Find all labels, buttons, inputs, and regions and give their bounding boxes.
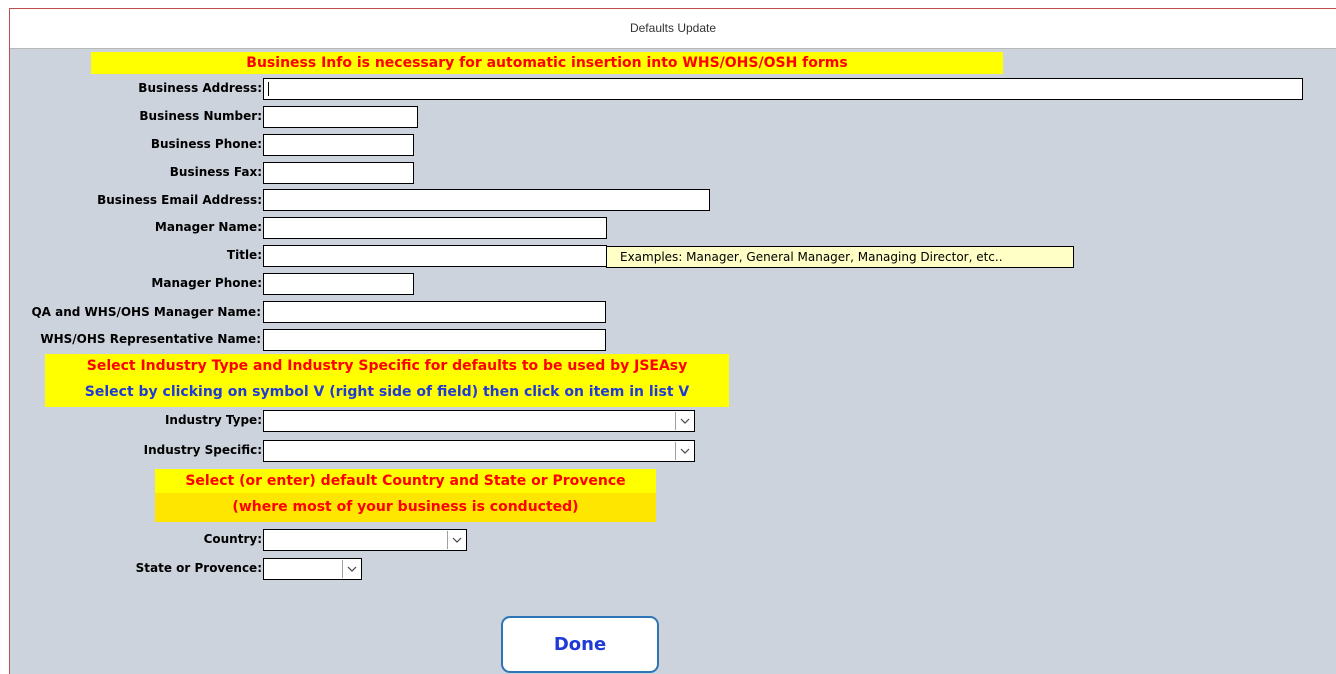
industry-banner-line2: Select by clicking on symbol V (right si…: [45, 378, 729, 407]
industry-specific-dropdown[interactable]: [263, 440, 695, 462]
title-examples-tooltip: Examples: Manager, General Manager, Mana…: [606, 246, 1074, 268]
industry-type-dropdown[interactable]: [263, 410, 695, 432]
business-address-label: Business Address:: [138, 81, 262, 95]
chevron-down-icon: [452, 537, 461, 543]
industry-banner-line1: Select Industry Type and Industry Specif…: [45, 354, 729, 378]
manager-name-input[interactable]: [263, 217, 607, 239]
business-number-label: Business Number:: [139, 109, 262, 123]
business-number-input[interactable]: [263, 106, 418, 128]
whs-rep-name-input[interactable]: [263, 329, 606, 351]
manager-phone-label: Manager Phone:: [151, 276, 262, 290]
manager-phone-input[interactable]: [263, 273, 414, 295]
title-label: Title:: [226, 248, 262, 262]
business-email-input[interactable]: [263, 189, 710, 211]
defaults-update-window: Defaults Update Business Info is necessa…: [9, 8, 1336, 674]
business-fax-input[interactable]: [263, 162, 414, 184]
chevron-down-icon: [680, 448, 689, 454]
industry-specific-label: Industry Specific:: [143, 443, 262, 457]
title-input[interactable]: [263, 245, 607, 267]
industry-type-dropdown-button[interactable]: [675, 412, 693, 430]
done-button[interactable]: Done: [501, 616, 659, 673]
state-label: State or Provence:: [135, 561, 262, 575]
country-banner-line2: (where most of your business is conducte…: [155, 493, 656, 522]
text-caret: [268, 82, 269, 96]
country-dropdown[interactable]: [263, 529, 467, 551]
industry-specific-dropdown-button[interactable]: [675, 442, 693, 460]
business-info-banner: Business Info is necessary for automatic…: [91, 52, 1003, 74]
window-title: Defaults Update: [10, 9, 1336, 49]
business-phone-label: Business Phone:: [150, 137, 262, 151]
whs-rep-name-label: WHS/OHS Representative Name:: [40, 332, 261, 346]
chevron-down-icon: [680, 418, 689, 424]
chevron-down-icon: [347, 566, 356, 572]
business-fax-label: Business Fax:: [169, 165, 262, 179]
business-phone-input[interactable]: [263, 134, 414, 156]
country-dropdown-button[interactable]: [447, 531, 465, 549]
state-dropdown-button[interactable]: [342, 560, 360, 578]
qa-manager-name-label: QA and WHS/OHS Manager Name:: [31, 305, 261, 319]
business-email-label: Business Email Address:: [97, 193, 262, 207]
manager-name-label: Manager Name:: [154, 220, 262, 234]
business-address-input[interactable]: [263, 78, 1303, 100]
qa-manager-name-input[interactable]: [263, 301, 606, 323]
industry-type-label: Industry Type:: [164, 413, 262, 427]
country-banner-line1: Select (or enter) default Country and St…: [155, 469, 656, 493]
country-label: Country:: [203, 532, 262, 546]
state-dropdown[interactable]: [263, 558, 362, 580]
